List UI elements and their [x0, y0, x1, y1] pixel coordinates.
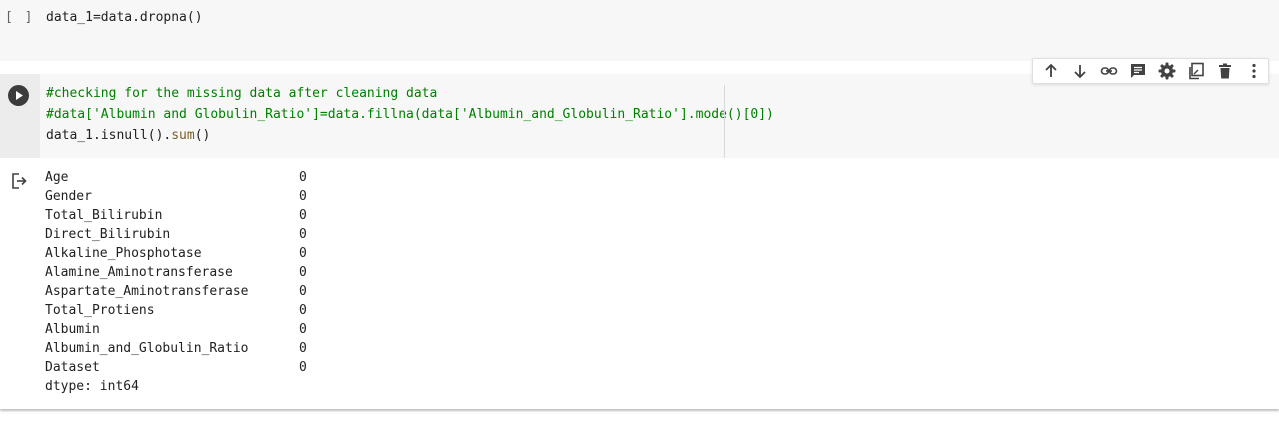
link-icon: [1100, 67, 1117, 75]
output-column-name: Alkaline_Phosphotase: [45, 246, 202, 261]
code-function-name: sum: [171, 128, 195, 143]
code-text: data_1.isnull().: [46, 128, 172, 143]
code-line[interactable]: data_1=data.dropna(): [46, 10, 203, 25]
trash-icon: [1218, 63, 1231, 79]
mirror-cell-icon: [1188, 62, 1204, 80]
copy-link-button[interactable]: [1094, 59, 1123, 83]
output-column-name: Total_Protiens: [45, 303, 155, 318]
code-comment-line: #checking for the missing data after cle…: [46, 86, 438, 101]
output-column-name: Aspartate_Aminotransferase: [45, 284, 249, 299]
output-missing-count: 0: [299, 322, 307, 337]
cell-gutter: [0, 74, 40, 158]
code-text: (): [194, 128, 211, 143]
notebook-page: [ ] data_1=data.dropna() #checking for t…: [0, 0, 1279, 421]
comment-icon: [1130, 64, 1145, 78]
code-comment-line: #data['Albumin and Globulin_Ratio']=data…: [46, 107, 774, 122]
code-line: data_1.isnull().sum(): [46, 128, 210, 143]
output-missing-count: 0: [299, 284, 307, 299]
play-icon: [16, 91, 23, 100]
output-missing-count: 0: [299, 208, 307, 223]
code-cell-dropna[interactable]: [ ] data_1=data.dropna(): [0, 0, 1279, 61]
output-dtype-text: dtype: int64: [45, 379, 139, 394]
output-column-name: Albumin_and_Globulin_Ratio: [45, 341, 249, 356]
move-cell-down-button[interactable]: [1065, 59, 1094, 83]
output-missing-count: 0: [299, 360, 307, 375]
output-column-name: Total_Bilirubin: [45, 208, 163, 223]
output-column-name: Albumin: [45, 322, 100, 337]
arrow-up-icon: [1044, 63, 1057, 77]
more-vert-icon: [1251, 63, 1256, 79]
output-column-name: Gender: [45, 189, 92, 204]
line-length-ruler: [724, 85, 725, 158]
code-editor[interactable]: #checking for the missing data after cle…: [40, 74, 1279, 158]
cell-toolbar: [1032, 58, 1269, 84]
output-missing-count: 0: [299, 227, 307, 242]
output-missing-count: 0: [299, 265, 307, 280]
run-cell-button[interactable]: [8, 85, 29, 106]
output-column-name: Direct_Bilirubin: [45, 227, 171, 242]
output-missing-count: 0: [299, 189, 307, 204]
arrow-down-icon: [1073, 65, 1086, 79]
gear-icon: [1158, 62, 1175, 80]
code-cell-isnull[interactable]: #checking for the missing data after cle…: [0, 74, 1279, 409]
output-missing-count: 0: [299, 170, 307, 185]
add-comment-button[interactable]: [1123, 59, 1152, 83]
output-missing-count: 0: [299, 341, 307, 356]
output-missing-count: 0: [299, 246, 307, 261]
cell-settings-button[interactable]: [1152, 59, 1181, 83]
mirror-cell-button[interactable]: [1181, 59, 1210, 83]
output-missing-count: 0: [299, 303, 307, 318]
output-redirect-icon[interactable]: [10, 172, 30, 190]
output-column-name: Dataset: [45, 360, 100, 375]
move-cell-up-button[interactable]: [1036, 59, 1065, 83]
delete-cell-button[interactable]: [1210, 59, 1239, 83]
output-column-name: Age: [45, 170, 69, 185]
more-actions-button[interactable]: [1239, 59, 1268, 83]
output-column-name: Alamine_Aminotransferase: [45, 265, 233, 280]
output-redirect-icon-graphic: [12, 173, 27, 189]
execution-count-prompt: [ ]: [5, 10, 35, 25]
